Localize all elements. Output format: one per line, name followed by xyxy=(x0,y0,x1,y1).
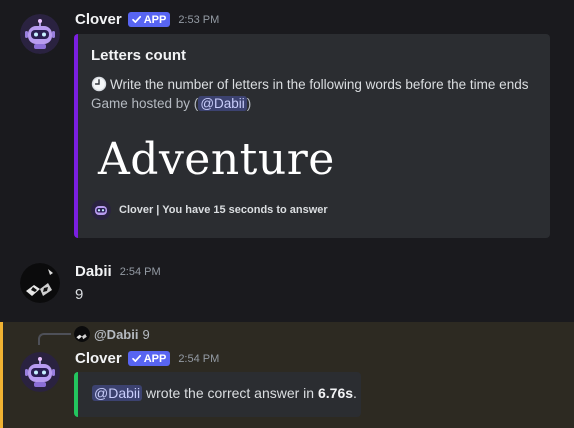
checkmark-icon xyxy=(131,354,141,362)
author-line: Clover APP 2:53 PM xyxy=(75,11,219,28)
game-embed: Letters count Write the number of letter… xyxy=(74,34,550,238)
winner-mention[interactable]: @Dabii xyxy=(92,385,143,401)
timestamp[interactable]: 2:54 PM xyxy=(120,266,161,278)
answer-time: 6.76s xyxy=(317,385,354,401)
clover-avatar[interactable] xyxy=(20,14,60,54)
app-badge-label: APP xyxy=(143,13,167,26)
reply-spine xyxy=(38,333,71,345)
result-text: @Dabii wrote the correct answer in 6.76s… xyxy=(92,385,357,401)
host-prefix: Game hosted by ( xyxy=(91,96,199,111)
host-mention[interactable]: @Dabii xyxy=(198,96,247,111)
timestamp[interactable]: 2:54 PM xyxy=(178,353,219,365)
message-content: 9 xyxy=(75,286,84,303)
clover-avatar[interactable] xyxy=(20,352,60,392)
challenge-word: Adventure xyxy=(98,134,335,185)
embed-title: Letters count xyxy=(91,47,187,64)
author-line: Dabii 2:54 PM xyxy=(75,263,161,280)
embed-description-text: Write the number of letters in the follo… xyxy=(110,77,529,92)
reply-author[interactable]: @Dabii xyxy=(94,327,138,342)
result-text-end: . xyxy=(353,385,357,401)
reply-avatar xyxy=(74,326,90,342)
author-name[interactable]: Dabii xyxy=(75,263,112,280)
footer-bot-icon xyxy=(91,200,111,220)
embed-description: Write the number of letters in the follo… xyxy=(91,75,546,113)
app-badge: APP xyxy=(127,12,171,27)
app-badge-label: APP xyxy=(143,352,167,365)
embed-footer: Clover | You have 15 seconds to answer xyxy=(91,200,328,220)
author-name[interactable]: Clover xyxy=(75,11,122,28)
host-suffix: ) xyxy=(246,96,252,111)
checkmark-icon xyxy=(131,15,141,23)
clock-icon xyxy=(91,76,107,92)
dabii-avatar[interactable] xyxy=(20,263,60,303)
embed-footer-text: Clover | You have 15 seconds to answer xyxy=(119,204,328,216)
result-embed: @Dabii wrote the correct answer in 6.76s… xyxy=(74,372,361,417)
timestamp[interactable]: 2:53 PM xyxy=(178,14,219,26)
result-text-middle: wrote the correct answer in xyxy=(142,385,318,401)
author-name[interactable]: Clover xyxy=(75,350,122,367)
reply-text: 9 xyxy=(142,326,150,342)
app-badge: APP xyxy=(127,351,171,366)
reply-preview[interactable]: @Dabii 9 xyxy=(74,326,150,342)
author-line: Clover APP 2:54 PM xyxy=(75,350,219,367)
